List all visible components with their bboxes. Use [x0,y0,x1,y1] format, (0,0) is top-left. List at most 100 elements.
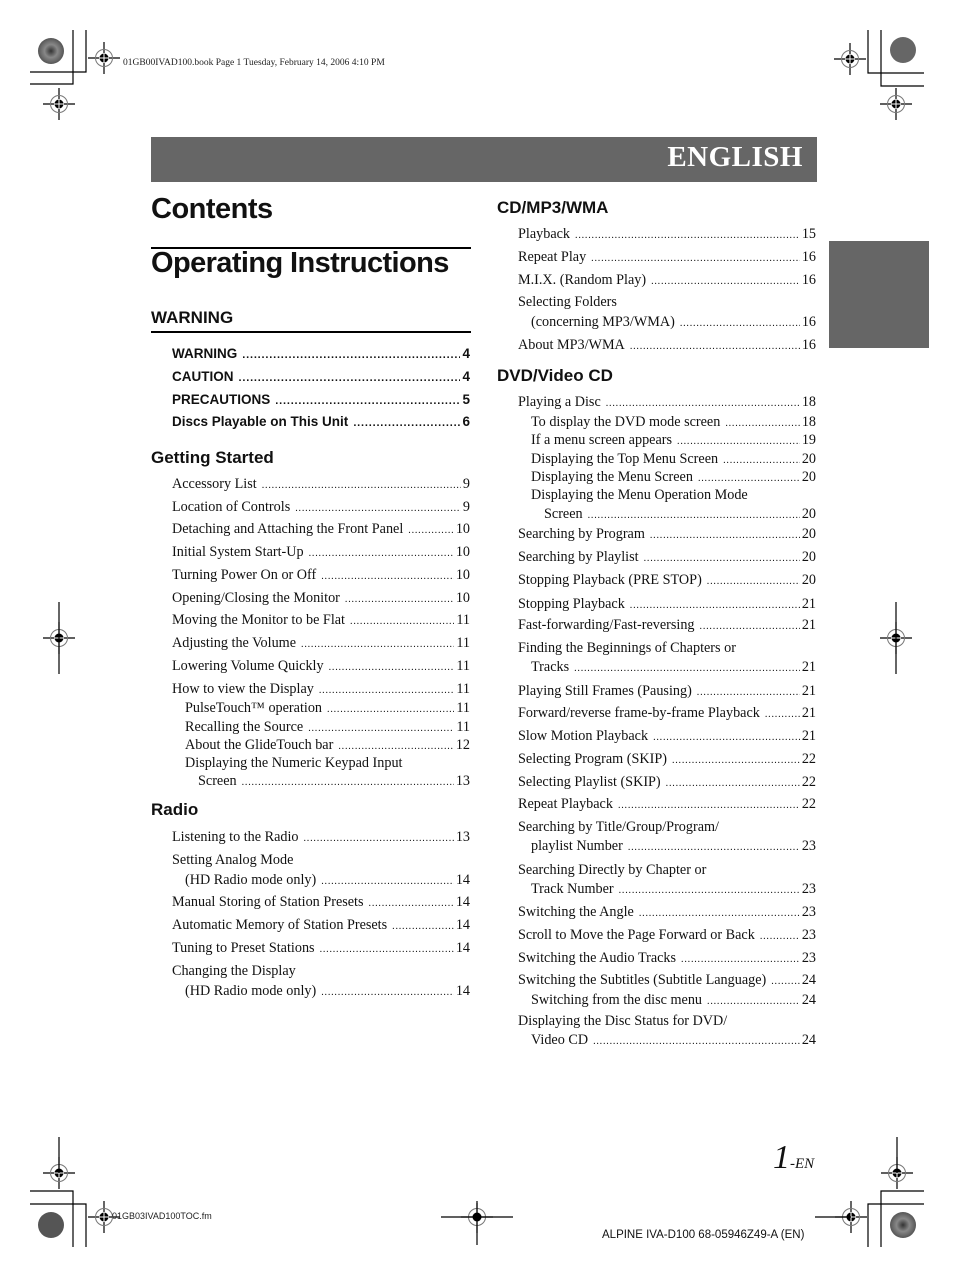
toc-entry-title: Location of Controls [172,499,291,515]
toc-entry-page: 5 [462,392,470,407]
toc-entry[interactable]: (HD Radio mode only) 14 [172,982,470,1002]
toc-entry[interactable]: CAUTION 4 [172,368,470,387]
section-title-dvd-video-cd: DVD/Video CD [497,366,613,385]
toc-entry[interactable]: Turning Power On or Off 10 [172,566,470,586]
toc-entry[interactable]: Playback 15 [518,225,816,245]
toc-entry[interactable]: M.I.X. (Random Play) 16 [518,271,816,291]
toc-entry[interactable]: Screen 13 [185,772,470,792]
toc-entry-page: 24 [801,992,816,1008]
toc-entry-page: 21 [801,705,816,721]
dot-leader [630,338,800,356]
toc-entry-title: Recalling the Source [185,719,304,735]
toc-entry[interactable]: PulseTouch™ operation 11 [185,699,470,719]
toc-entry[interactable]: Stopping Playback 21 [518,595,816,615]
toc-entry[interactable]: Repeat Playback 22 [518,795,816,815]
toc-entry[interactable]: Tracks 21 [518,658,816,678]
toc-entry-title: Manual Storing of Station Presets [172,894,364,910]
dot-leader [707,993,800,1011]
toc-entry-title: Fast-forwarding/Fast-reversing [518,617,695,633]
crop-mark-icon [867,30,924,87]
toc-entry-title: Switching the Audio Tracks [518,950,677,966]
toc-entry[interactable]: Recalling the Source 11 [185,718,470,738]
dot-leader [301,636,454,654]
dot-leader [700,618,800,636]
toc-entry[interactable]: Track Number 23 [518,880,816,900]
toc-entry-page: 18 [801,414,816,430]
toc-entry[interactable]: Fast-forwarding/Fast-reversing 21 [518,616,816,636]
toc-entry[interactable]: Switching from the disc menu 24 [531,991,816,1011]
toc-entry[interactable]: About MP3/WMA 16 [518,336,816,356]
toc-entry-title: Playing Still Frames (Pausing) [518,683,692,699]
toc-entry-title: (HD Radio mode only) [185,983,317,999]
toc-entry[interactable]: PRECAUTIONS 5 [172,391,470,410]
toc-entry[interactable]: Adjusting the Volume 11 [172,634,470,654]
dot-leader [242,346,460,364]
toc-entry-page: 23 [801,838,816,854]
dot-leader [644,550,800,568]
toc-entry[interactable]: (concerning MP3/WMA) 16 [518,313,816,333]
toc-entry[interactable]: Switching the Audio Tracks 23 [518,949,816,969]
toc-entry[interactable]: Screen 20 [531,505,816,525]
toc-entry-page: 14 [455,940,470,956]
toc-entry[interactable]: Switching the Subtitles (Subtitle Langua… [518,971,816,991]
section-title-radio: Radio [151,800,199,819]
toc-entry[interactable]: WARNING 4 [172,345,470,364]
toc-entry[interactable]: Searching by Playlist 20 [518,548,816,568]
toc-entry[interactable]: Discs Playable on This Unit 6 [172,413,470,432]
crosshair-circle-icon [42,87,76,121]
toc-entry-title: Turning Power On or Off [172,567,317,583]
dot-leader [653,729,800,747]
toc-entry[interactable]: Repeat Play 16 [518,248,816,268]
toc-entry[interactable]: Playing a Disc 18 [518,393,816,413]
toc-entry-title: Moving the Monitor to be Flat [172,612,346,628]
dot-leader [630,597,800,615]
crosshair-circle-icon [833,42,867,76]
toc-entry[interactable]: Accessory List 9 [172,475,470,495]
toc-entry[interactable]: Detaching and Attaching the Front Panel 1… [172,520,470,540]
dot-leader [619,882,800,900]
dot-leader [408,522,454,540]
toc-entry[interactable]: Slow Motion Playback 21 [518,727,816,747]
toc-entry[interactable]: Selecting Program (SKIP) 22 [518,750,816,770]
dot-leader [304,830,454,848]
toc-entry[interactable]: Stopping Playback (PRE STOP) 20 [518,571,816,591]
dot-leader [639,905,800,923]
toc-entry[interactable]: Moving the Monitor to be Flat 11 [172,611,470,631]
toc-entry[interactable]: Lowering Volume Quickly 11 [172,657,470,677]
page-number-value: 1 [773,1139,790,1176]
toc-entry-page: 23 [801,927,816,943]
warning-section-rule [151,331,471,333]
toc-entry-page: 20 [801,549,816,565]
toc-entry[interactable]: If a menu screen appears 19 [531,431,816,451]
toc-entry[interactable]: Searching by Program 20 [518,525,816,545]
toc-entry-page: 4 [462,369,470,384]
toc-entry[interactable]: Initial System Start-Up 10 [172,543,470,563]
toc-entry-title: Stopping Playback (PRE STOP) [518,572,702,588]
toc-entry[interactable]: Switching the Angle 23 [518,903,816,923]
toc-entry[interactable]: playlist Number 23 [518,837,816,857]
toc-entry[interactable]: To display the DVD mode screen 18 [531,413,816,433]
toc-entry[interactable]: Selecting Playlist (SKIP) 22 [518,773,816,793]
toc-entry[interactable]: Scroll to Move the Page Forward or Back 2… [518,926,816,946]
toc-entry[interactable]: Automatic Memory of Station Presets 14 [172,916,470,936]
toc-entry[interactable]: (HD Radio mode only) 14 [172,871,470,891]
toc-entry[interactable]: Location of Controls 9 [172,498,470,518]
toc-entry[interactable]: Forward/reverse frame-by-frame Playback 2… [518,704,816,724]
toc-entry[interactable]: Tuning to Preset Stations 14 [172,939,470,959]
toc-entry[interactable]: Manual Storing of Station Presets 14 [172,893,470,913]
toc-entry[interactable]: Video CD 24 [518,1031,816,1051]
toc-entry[interactable]: About the GlideTouch bar 12 [185,736,470,756]
toc-entry-page: 11 [456,719,470,735]
toc-entry[interactable]: Opening/Closing the Monitor 10 [172,589,470,609]
toc-entry[interactable]: Playing Still Frames (Pausing) 21 [518,682,816,702]
toc-entry[interactable]: Displaying the Top Menu Screen 20 [531,450,816,470]
toc-entry-title-line1: Displaying the Disc Status for DVD/ [518,1013,728,1029]
toc-entry[interactable]: Listening to the Radio 13 [172,828,470,848]
toc-entry-title: Scroll to Move the Page Forward or Back [518,927,755,943]
toc-entry[interactable]: How to view the Display 11 [172,680,470,700]
toc-entry-page: 21 [801,683,816,699]
toc-entry-page: 20 [801,572,816,588]
crosshair-circle-icon [879,602,913,674]
toc-entry-title-line1: Displaying the Numeric Keypad Input [185,755,403,771]
toc-entry[interactable]: Displaying the Menu Screen 20 [531,468,816,488]
